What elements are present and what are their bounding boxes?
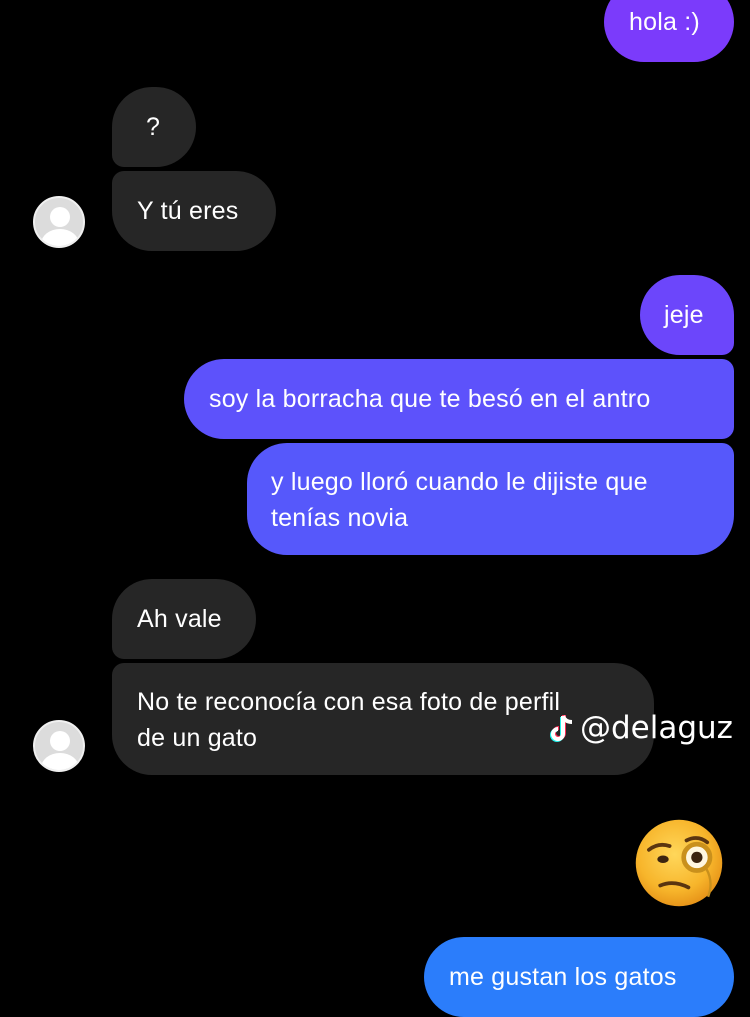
outgoing-message-bubble[interactable]: jeje (640, 275, 734, 355)
message-text: soy la borracha que te besó en el antro (209, 385, 651, 413)
tiktok-watermark: @delaguz (548, 708, 733, 748)
outgoing-message-bubble[interactable]: hola :) (604, 0, 734, 62)
message-text: jeje (664, 301, 704, 329)
message-text-line: tenías novia (271, 504, 409, 532)
incoming-message-bubble[interactable]: Ah vale (112, 579, 256, 659)
watermark-handle: @delaguz (580, 710, 733, 746)
contact-avatar[interactable] (33, 196, 85, 248)
message-text: Y tú eres (137, 197, 239, 225)
face-with-monocle-emoji[interactable] (632, 816, 726, 910)
incoming-message-bubble[interactable]: ? (112, 87, 196, 167)
message-text-line: y luego lloró cuando le dijiste que (271, 468, 648, 496)
outgoing-message-bubble[interactable]: me gustan los gatos (424, 937, 734, 1017)
tiktok-icon (550, 715, 573, 742)
message-text: Ah vale (137, 605, 222, 633)
avatar-head-shape (50, 731, 70, 751)
message-text: ? (146, 113, 161, 141)
outgoing-message-bubble[interactable]: y luego lloró cuando le dijiste que tení… (247, 443, 734, 555)
avatar-body-shape (41, 229, 79, 246)
contact-avatar[interactable] (33, 720, 85, 772)
avatar-head-shape (50, 207, 70, 227)
incoming-message-bubble[interactable]: Y tú eres (112, 171, 276, 251)
message-text: hola :) (629, 8, 700, 36)
outgoing-message-bubble[interactable]: soy la borracha que te besó en el antro (184, 359, 734, 439)
avatar-body-shape (41, 753, 79, 770)
message-text: me gustan los gatos (449, 963, 677, 991)
